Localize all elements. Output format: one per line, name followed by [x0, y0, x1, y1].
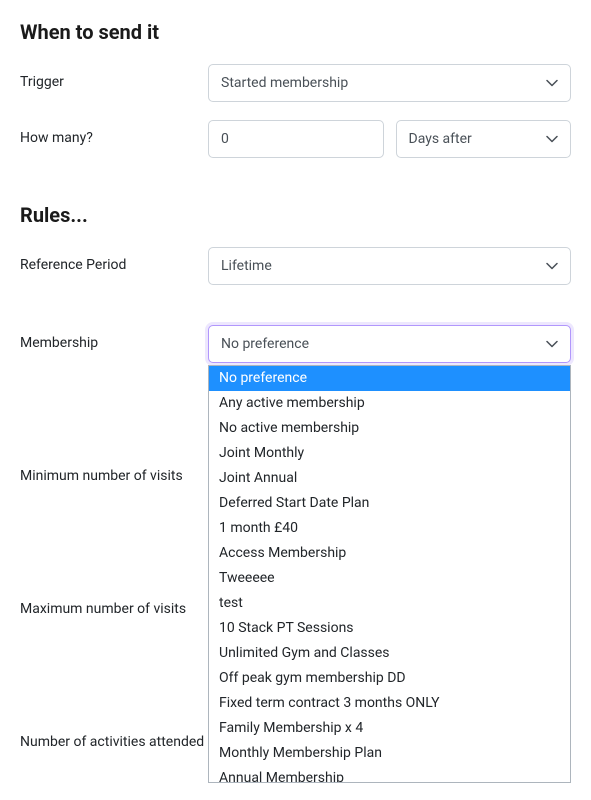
chevron-down-icon	[546, 79, 558, 87]
membership-select-value: No preference	[221, 336, 309, 352]
membership-option[interactable]: 10 Stack PT Sessions	[209, 616, 570, 641]
how-many-unit-value: Days after	[409, 131, 472, 147]
membership-option[interactable]: 1 month £40	[209, 516, 570, 541]
num-activities-label: Number of activities attended	[20, 724, 208, 751]
membership-option[interactable]: Monthly Membership Plan	[209, 741, 570, 766]
membership-option[interactable]: Tweeeee	[209, 566, 570, 591]
how-many-value: 0	[221, 131, 229, 147]
min-visits-label: Minimum number of visits	[20, 458, 208, 485]
chevron-down-icon	[546, 135, 558, 143]
membership-option[interactable]: Any active membership	[209, 391, 570, 416]
trigger-label: Trigger	[20, 64, 208, 91]
membership-option[interactable]: test	[209, 591, 570, 616]
membership-label: Membership	[20, 325, 208, 352]
membership-dropdown[interactable]: No preferenceAny active membershipNo act…	[208, 365, 571, 783]
chevron-down-icon	[546, 262, 558, 270]
membership-option[interactable]: No active membership	[209, 416, 570, 441]
rules-heading: Rules...	[20, 203, 571, 227]
membership-option[interactable]: Annual Membership	[209, 766, 570, 783]
membership-option[interactable]: Off peak gym membership DD	[209, 666, 570, 691]
how-many-unit-select[interactable]: Days after	[396, 120, 572, 158]
how-many-label: How many?	[20, 120, 208, 147]
reference-period-value: Lifetime	[221, 258, 272, 274]
reference-period-row: Reference Period Lifetime	[20, 247, 571, 285]
chevron-down-icon	[546, 340, 558, 348]
trigger-select[interactable]: Started membership	[208, 64, 571, 102]
membership-select[interactable]: No preference	[208, 325, 571, 363]
trigger-row: Trigger Started membership	[20, 64, 571, 102]
membership-option[interactable]: Deferred Start Date Plan	[209, 491, 570, 516]
membership-option[interactable]: No preference	[209, 366, 570, 391]
membership-option[interactable]: Family Membership x 4	[209, 716, 570, 741]
how-many-input[interactable]: 0	[208, 120, 384, 158]
membership-option[interactable]: Unlimited Gym and Classes	[209, 641, 570, 666]
membership-option[interactable]: Joint Monthly	[209, 441, 570, 466]
membership-option[interactable]: Fixed term contract 3 months ONLY	[209, 691, 570, 716]
max-visits-label: Maximum number of visits	[20, 591, 208, 618]
trigger-select-value: Started membership	[221, 75, 348, 91]
membership-row: Membership No preference No preferenceAn…	[20, 325, 571, 363]
reference-period-select[interactable]: Lifetime	[208, 247, 571, 285]
membership-option[interactable]: Access Membership	[209, 541, 570, 566]
membership-option[interactable]: Joint Annual	[209, 466, 570, 491]
reference-period-label: Reference Period	[20, 247, 208, 274]
when-to-send-heading: When to send it	[20, 20, 571, 44]
how-many-row: How many? 0 Days after	[20, 120, 571, 158]
